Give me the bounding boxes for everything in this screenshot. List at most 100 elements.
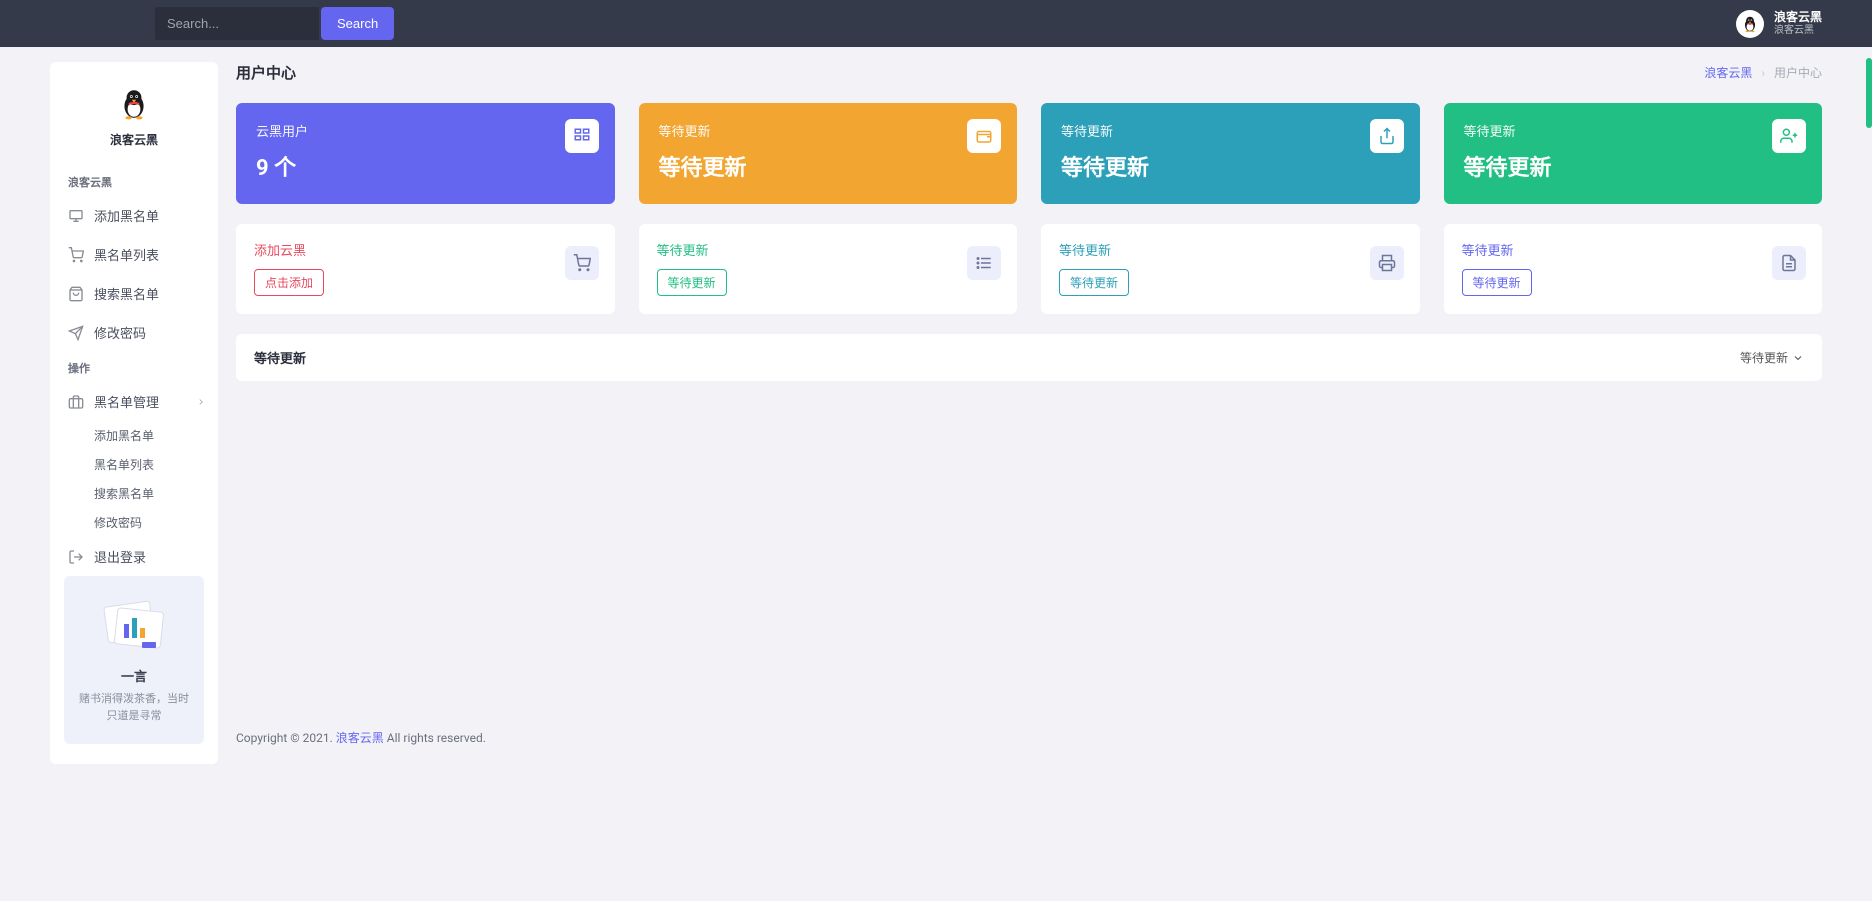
nav-label: 搜索黑名单 [94,284,159,303]
stat-label: 等待更新 [1061,121,1400,140]
breadcrumb-current: 用户中心 [1774,66,1822,80]
nav-section-1: 浪客云黑 [50,166,218,196]
promo-sub: 赌书消得泼茶香，当时只道是寻常 [74,691,194,724]
stat-label: 等待更新 [1464,121,1803,140]
user-name: 浪客云黑 [1774,10,1822,24]
panel: 等待更新 等待更新 [236,334,1822,381]
action-card-add: 添加云黑 点击添加 [236,224,615,314]
sidebar-item-change-password[interactable]: 修改密码 [50,313,218,352]
sidebar-item-search-blacklist[interactable]: 搜索黑名单 [50,274,218,313]
nav-label: 修改密码 [94,323,146,342]
promo-art [94,596,174,656]
user-sub: 浪客云黑 [1774,25,1822,37]
action-button-3[interactable]: 等待更新 [1059,269,1129,296]
chevron-down-icon [1792,352,1804,364]
share-icon [1378,127,1396,145]
action-card-3: 等待更新 等待更新 [1041,224,1420,314]
printer-icon [1378,254,1396,272]
action-card-4: 等待更新 等待更新 [1444,224,1823,314]
grid-icon [573,127,591,145]
page-title: 用户中心 [236,62,296,83]
action-button-add[interactable]: 点击添加 [254,269,324,296]
action-icon-box [565,246,599,280]
user-text: 浪客云黑 浪客云黑 [1774,10,1822,36]
breadcrumb: 浪客云黑 › 用户中心 [1704,64,1822,81]
bag-icon [68,286,84,302]
action-label: 等待更新 [1462,240,1805,259]
stat-card-3: 等待更新 等待更新 [1041,103,1420,204]
page-header: 用户中心 浪客云黑 › 用户中心 [236,62,1822,91]
actions-row: 添加云黑 点击添加 等待更新 等待更新 等待更新 等待更新 [236,224,1822,314]
stat-card-4: 等待更新 等待更新 [1444,103,1823,204]
footer-link[interactable]: 浪客云黑 [336,731,384,745]
nav-label: 黑名单列表 [94,245,159,264]
stat-value: 9 个 [256,150,595,182]
sidebar-item-management[interactable]: 黑名单管理 [50,382,218,421]
scrollbar-thumb[interactable] [1866,58,1872,128]
nav-label: 添加黑名单 [94,206,159,225]
subnav-list[interactable]: 黑名单列表 [94,450,218,479]
stat-value: 等待更新 [659,150,998,182]
list-icon [975,254,993,272]
send-icon [68,325,84,341]
scrollbar[interactable] [1866,0,1872,901]
avatar [1736,10,1764,38]
search-input[interactable] [155,7,319,40]
footer: Copyright © 2021. 浪客云黑 All rights reserv… [236,711,1822,764]
action-label: 等待更新 [657,240,1000,259]
search-button[interactable]: Search [321,7,394,40]
search-wrap: Search [155,7,394,40]
sidebar-item-blacklist-list[interactable]: 黑名单列表 [50,235,218,274]
briefcase-icon [68,394,84,410]
action-button-4[interactable]: 等待更新 [1462,269,1532,296]
stat-icon-box [565,119,599,153]
subnav: 添加黑名单 黑名单列表 搜索黑名单 修改密码 [50,421,218,537]
promo-title: 一言 [74,666,194,685]
sidebar-item-add-blacklist[interactable]: 添加黑名单 [50,196,218,235]
chevron-right-icon [196,397,206,407]
stat-icon-box [1772,119,1806,153]
stat-value: 等待更新 [1061,150,1400,182]
stat-label: 等待更新 [659,121,998,140]
promo-card: 一言 赌书消得泼茶香，当时只道是寻常 [64,576,204,744]
cart-icon [573,254,591,272]
stat-icon-box [1370,119,1404,153]
wallet-icon [975,127,993,145]
action-label: 等待更新 [1059,240,1402,259]
panel-title: 等待更新 [254,348,306,367]
subnav-search[interactable]: 搜索黑名单 [94,479,218,508]
stat-value: 等待更新 [1464,150,1803,182]
breadcrumb-home[interactable]: 浪客云黑 [1704,66,1752,80]
logo-area: 浪客云黑 [50,82,218,166]
penguin-icon [1741,15,1759,33]
top-header: Search 浪客云黑 浪客云黑 [0,0,1872,47]
panel-dropdown[interactable]: 等待更新 [1740,349,1804,366]
stat-label: 云黑用户 [256,121,595,140]
logo-icon [117,87,151,121]
footer-prefix: Copyright © 2021. [236,731,336,745]
action-icon-box [1370,246,1404,280]
footer-suffix: All rights reserved. [384,731,486,745]
sidebar-item-logout[interactable]: 退出登录 [50,537,218,576]
stat-card-users: 云黑用户 9 个 [236,103,615,204]
nav-label: 黑名单管理 [94,392,159,411]
action-icon-box [1772,246,1806,280]
action-button-2[interactable]: 等待更新 [657,269,727,296]
logout-icon [68,549,84,565]
sidebar: 浪客云黑 浪客云黑 添加黑名单 黑名单列表 搜索黑名单 修改密码 操作 黑名单管… [50,62,218,764]
monitor-icon [68,208,84,224]
panel-right-label: 等待更新 [1740,349,1788,366]
subnav-password[interactable]: 修改密码 [94,508,218,537]
action-card-2: 等待更新 等待更新 [639,224,1018,314]
stats-row: 云黑用户 9 个 等待更新 等待更新 等待更新 等待更新 [236,103,1822,204]
action-icon-box [967,246,1001,280]
nav-label: 退出登录 [94,547,146,566]
cart-icon [68,247,84,263]
breadcrumb-sep: › [1761,66,1765,80]
user-menu[interactable]: 浪客云黑 浪客云黑 [1736,10,1822,38]
site-title: 浪客云黑 [50,131,218,148]
user-plus-icon [1780,127,1798,145]
nav-section-2: 操作 [50,352,218,382]
subnav-add[interactable]: 添加黑名单 [94,421,218,450]
stat-icon-box [967,119,1001,153]
